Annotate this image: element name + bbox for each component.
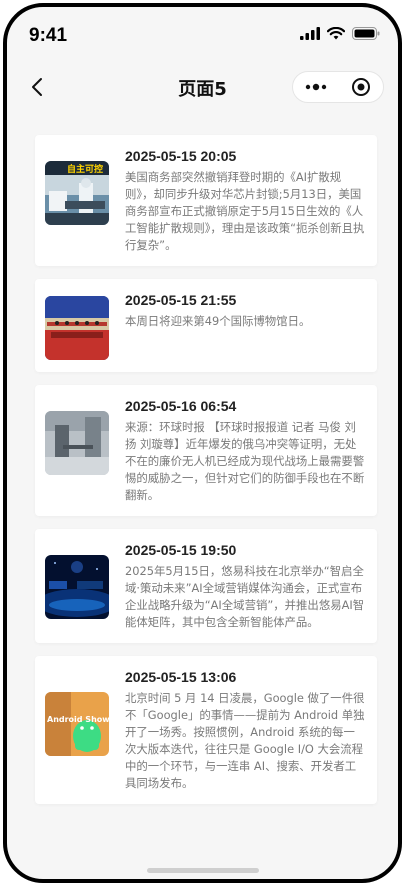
status-time: 9:41 <box>29 25 68 46</box>
news-summary: 本周日将迎来第49个国际博物馆日。 <box>125 314 311 328</box>
phone-frame: 9:41 页面5 自主可控 2025-05-15 20:05 美国商务部突然撤销… <box>3 3 402 883</box>
news-summary: 北京时间 5 月 14 日凌晨，Google 做了一件很不「Google」的事情… <box>125 691 365 790</box>
news-thumbnail <box>45 411 109 475</box>
more-button[interactable] <box>293 72 338 102</box>
mini-program-capsule <box>292 71 384 103</box>
news-thumbnail <box>45 296 109 360</box>
news-thumbnail: Android Show <box>45 692 109 756</box>
thumb-caption: 自主可控 <box>67 163 103 175</box>
news-thumbnail: 自主可控 <box>45 161 109 225</box>
news-item[interactable]: 2025-05-15 21:55 本周日将迎来第49个国际博物馆日。 <box>35 279 377 372</box>
news-summary: 来源：环球时报 【环球时报报道 记者 马俊 刘扬 刘璇尊】近年爆发的俄乌冲突等证… <box>125 420 365 502</box>
news-date: 2025-05-15 19:50 <box>125 542 237 558</box>
target-circle-icon <box>351 78 370 96</box>
nav-bar: 页面5 <box>7 59 398 115</box>
signal-icon <box>300 27 320 40</box>
home-indicator <box>146 868 259 873</box>
news-item[interactable]: 自主可控 2025-05-15 20:05 美国商务部突然撤销拜登时期的《AI扩… <box>35 135 377 266</box>
more-dots-icon <box>305 83 326 91</box>
news-item[interactable]: 2025-05-16 06:54 来源：环球时报 【环球时报报道 记者 马俊 刘… <box>35 385 377 516</box>
news-summary: 美国商务部突然撤销拜登时期的《AI扩散规则》，却同步升级对华芯片封锁;5月13日… <box>125 170 365 252</box>
news-date: 2025-05-16 06:54 <box>125 398 237 414</box>
wifi-icon <box>327 27 345 40</box>
news-item[interactable]: Android Show 2025-05-15 13:06 北京时间 5 月 1… <box>35 656 377 804</box>
status-icons <box>300 27 380 40</box>
news-date: 2025-05-15 20:05 <box>125 148 237 164</box>
status-bar: 9:41 <box>7 7 398 59</box>
news-list: 自主可控 2025-05-15 20:05 美国商务部突然撤销拜登时期的《AI扩… <box>35 135 377 817</box>
news-date: 2025-05-15 13:06 <box>125 669 237 685</box>
news-summary: 2025年5月15日，悠易科技在北京举办“智启全域·策动未来”AI全域营销媒体沟… <box>125 564 365 629</box>
news-item[interactable]: 2025-05-15 19:50 2025年5月15日，悠易科技在北京举办“智启… <box>35 529 377 643</box>
thumb-caption: Android Show <box>47 715 109 724</box>
battery-icon <box>352 27 380 40</box>
news-date: 2025-05-15 21:55 <box>125 292 237 308</box>
close-mini-program-button[interactable] <box>338 72 383 102</box>
news-thumbnail <box>45 555 109 619</box>
